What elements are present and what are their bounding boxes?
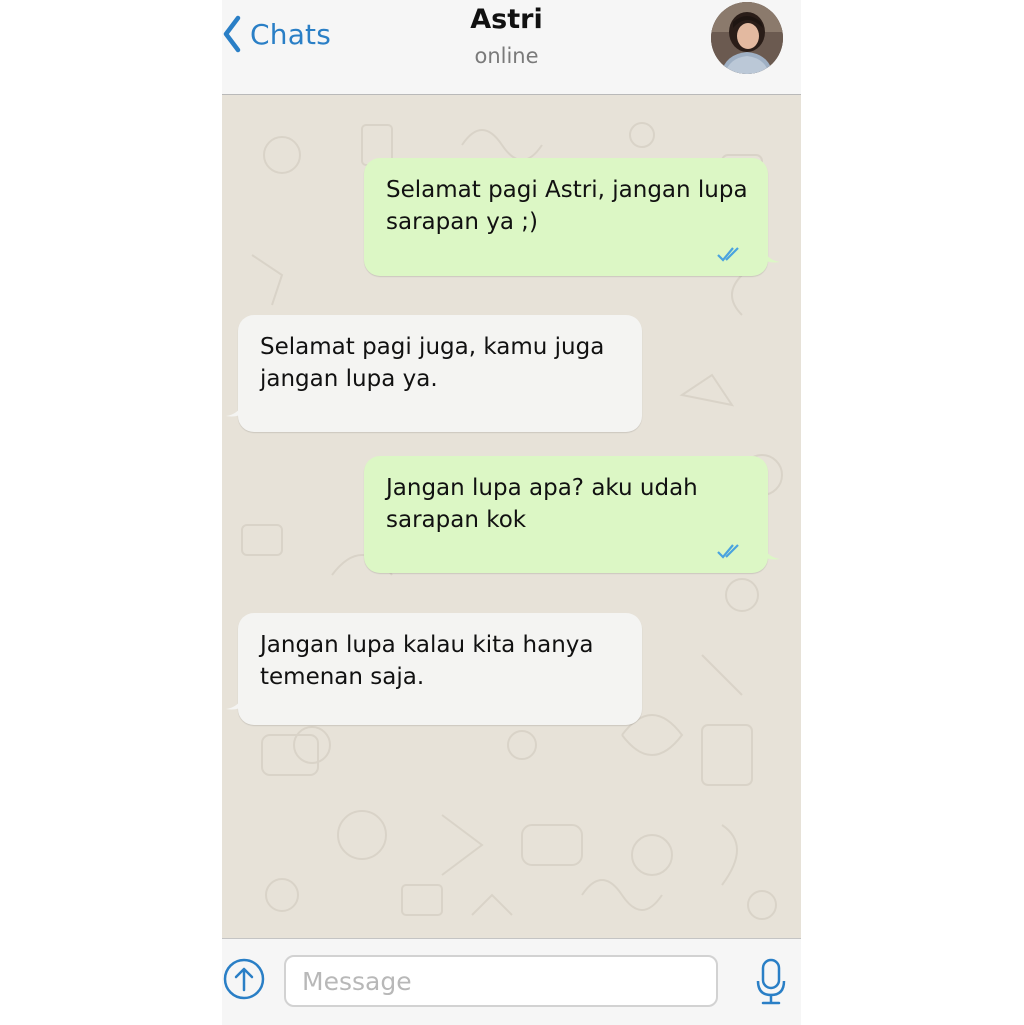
avatar[interactable]: [711, 2, 783, 74]
composer-bar: [222, 938, 801, 1025]
bubble-tail: [762, 543, 780, 560]
contact-status: online: [474, 44, 539, 68]
bubble-tail: [226, 400, 244, 417]
bubble-tail: [226, 693, 244, 710]
chat-header: Chats Astri online: [222, 0, 801, 95]
bubble-tail: [762, 246, 780, 263]
message-text: Jangan lupa kalau kita hanya temenan saj…: [260, 632, 594, 690]
chat-screen: Chats Astri online Selamat pagi Astri, j…: [222, 0, 801, 1025]
message-text: Selamat pagi juga, kamu juga jangan lupa…: [260, 334, 605, 392]
outgoing-message[interactable]: Selamat pagi Astri, jangan lupa sarapan …: [364, 158, 780, 276]
outgoing-message[interactable]: Jangan lupa apa? aku udah sarapan kok: [364, 456, 780, 573]
incoming-message[interactable]: Selamat pagi juga, kamu juga jangan lupa…: [226, 315, 642, 432]
microphone-icon[interactable]: [754, 957, 788, 1007]
message-text: Selamat pagi Astri, jangan lupa sarapan …: [386, 177, 748, 235]
upload-arrow-icon[interactable]: [222, 957, 266, 1001]
contact-name[interactable]: Astri: [222, 4, 791, 35]
double-check-icon: [717, 247, 739, 262]
message-list[interactable]: Selamat pagi Astri, jangan lupa sarapan …: [222, 95, 801, 938]
avatar-photo: [711, 2, 783, 74]
message-input[interactable]: [284, 955, 718, 1007]
incoming-message[interactable]: Jangan lupa kalau kita hanya temenan saj…: [226, 613, 642, 725]
double-check-icon: [717, 544, 739, 559]
message-text: Jangan lupa apa? aku udah sarapan kok: [386, 475, 698, 533]
